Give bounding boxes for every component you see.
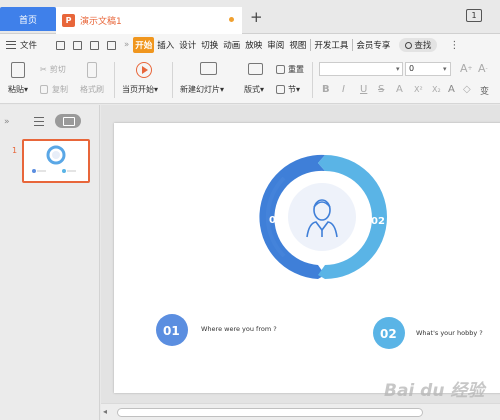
outline-view-icon[interactable] [34, 117, 44, 126]
collapse-panel-icon[interactable]: » [4, 117, 10, 127]
new-tab-button[interactable]: + [250, 10, 263, 25]
search-icon [405, 41, 413, 49]
play-from-current-label: 当页开始 [122, 85, 154, 94]
search-label: 查找 [414, 41, 432, 51]
tab-developer[interactable]: 开发工具 [312, 37, 350, 53]
tab-insert[interactable]: 插入 [155, 37, 176, 53]
tab-bar: 首页 P 演示文稿1 + 1 [0, 0, 500, 34]
copy-button[interactable]: 复制 [40, 84, 68, 95]
reset-icon [276, 65, 285, 74]
presentation-icon: P [62, 14, 75, 27]
avatar-disc [288, 183, 356, 251]
strikethrough-button[interactable]: S [378, 84, 384, 95]
tab-animation[interactable]: 动画 [221, 37, 242, 53]
item1-text: Where were you from ? [201, 325, 277, 333]
play-from-current-button[interactable]: 当页开始 ▾ [122, 84, 158, 95]
new-slide-icon [200, 62, 217, 75]
file-menu[interactable]: 文件 [0, 39, 52, 51]
font-color-button[interactable]: A [448, 84, 455, 95]
slide-view-toggle[interactable] [55, 114, 81, 128]
underline-button[interactable]: U [360, 84, 367, 95]
item2-number: 02 [380, 327, 397, 341]
slide-content: 01 02 01 Where were you from ? 02 What's… [156, 154, 483, 349]
copy-icon [40, 85, 48, 94]
ribbon-toolbar: 粘贴 ▾ ✂ 剪切 复制 格式刷 当页开始 ▾ 新建幻灯片 ▾ 版式 ▾ 重置 节 ▾ ▾ … [0, 56, 500, 104]
new-slide-label: 新建幻灯片 [180, 85, 220, 94]
bold-button[interactable]: B [322, 84, 330, 95]
reset-button[interactable]: 重置 [276, 64, 304, 75]
clear-format-icon[interactable]: ◇ [463, 84, 471, 95]
copy-label: 复制 [52, 85, 68, 94]
unsaved-dot-icon [229, 17, 234, 22]
search-button[interactable]: 查找 [399, 38, 438, 52]
document-tab[interactable]: P 演示文稿1 [56, 7, 242, 34]
ribbon-divider [172, 62, 173, 98]
tab-membership[interactable]: 会员专享 [354, 37, 392, 53]
menu-divider [352, 39, 354, 51]
save-icon[interactable] [56, 40, 65, 50]
tab-slideshow[interactable]: 放映 [243, 37, 264, 53]
document-title: 演示文稿1 [80, 17, 122, 27]
export-pdf-icon[interactable] [73, 40, 82, 50]
ring-left-number: 01 [269, 215, 283, 226]
new-slide-button[interactable]: 新建幻灯片 ▾ [180, 84, 224, 95]
menu-divider [310, 39, 312, 51]
change-case-button[interactable]: 变 [480, 84, 489, 97]
section-icon [276, 85, 285, 94]
item2-text: What's your hobby ? [416, 329, 483, 337]
ribbon-divider [312, 62, 313, 98]
paste-label: 粘贴 [8, 85, 24, 94]
more-quick-tools-icon[interactable]: » [124, 40, 129, 50]
font-family-select[interactable] [319, 62, 403, 76]
superscript-button[interactable]: X² [414, 85, 423, 94]
font-size-dropdown-icon[interactable]: ▾ [443, 65, 447, 73]
paste-button[interactable]: 粘贴 ▾ [8, 84, 28, 95]
tab-review[interactable]: 审阅 [265, 37, 286, 53]
section-button[interactable]: 节 ▾ [276, 84, 300, 95]
home-tab[interactable]: 首页 [0, 7, 56, 31]
ring-right-number: 02 [371, 216, 385, 227]
editing-canvas: 01 02 01 Where were you from ? 02 What's… [101, 105, 500, 403]
print-preview-icon[interactable] [107, 40, 116, 50]
tab-design[interactable]: 设计 [177, 37, 198, 53]
layout-icon [248, 63, 263, 75]
paste-icon[interactable] [11, 62, 25, 78]
horizontal-scrollbar[interactable]: ◂ [101, 403, 500, 420]
cut-label: 剪切 [49, 65, 66, 74]
increase-font-icon[interactable]: A + [460, 62, 473, 75]
window-count-icon[interactable]: 1 [466, 9, 482, 22]
slide-thumbnail[interactable] [22, 139, 90, 183]
play-triangle-icon [142, 66, 148, 74]
decrease-font-icon[interactable]: A- [478, 62, 488, 75]
section-label: 节 [288, 85, 296, 94]
scroll-left-icon[interactable]: ◂ [103, 407, 107, 416]
more-options-icon[interactable]: ⋮ [449, 40, 459, 51]
layout-button[interactable]: 版式 ▾ [244, 84, 264, 95]
scissors-icon: ✂ [40, 65, 47, 74]
tab-view[interactable]: 视图 [287, 37, 308, 53]
slide-panel: » 1 [0, 105, 100, 420]
print-icon[interactable] [90, 40, 99, 50]
italic-button[interactable]: I [342, 84, 345, 95]
cut-button[interactable]: ✂ 剪切 [40, 64, 66, 75]
subscript-button[interactable]: X₂ [432, 85, 441, 94]
font-family-dropdown-icon[interactable]: ▾ [396, 65, 400, 73]
slide-number: 1 [12, 146, 18, 155]
slide[interactable]: 01 02 01 Where were you from ? 02 What's… [114, 123, 500, 393]
watermark: Bai du 经验 [384, 381, 485, 401]
shadow-text-button[interactable]: A [396, 84, 403, 95]
thumbnail-preview [32, 145, 76, 173]
scrollbar-thumb[interactable] [117, 408, 423, 417]
file-menu-label: 文件 [20, 41, 38, 51]
tab-start[interactable]: 开始 [133, 37, 155, 53]
item1-number: 01 [163, 324, 180, 338]
menu-bar: 文件 » 开始 插入 设计 切换 动画 放映 审阅 视图 开发工具 会员专享 查… [0, 34, 500, 56]
tab-transition[interactable]: 切换 [199, 37, 220, 53]
layout-label: 版式 [244, 85, 260, 94]
ribbon-divider [114, 62, 115, 98]
format-painter-button[interactable]: 格式刷 [80, 84, 104, 95]
reset-label: 重置 [288, 65, 304, 74]
hamburger-icon [6, 41, 16, 49]
format-painter-icon [87, 62, 97, 78]
